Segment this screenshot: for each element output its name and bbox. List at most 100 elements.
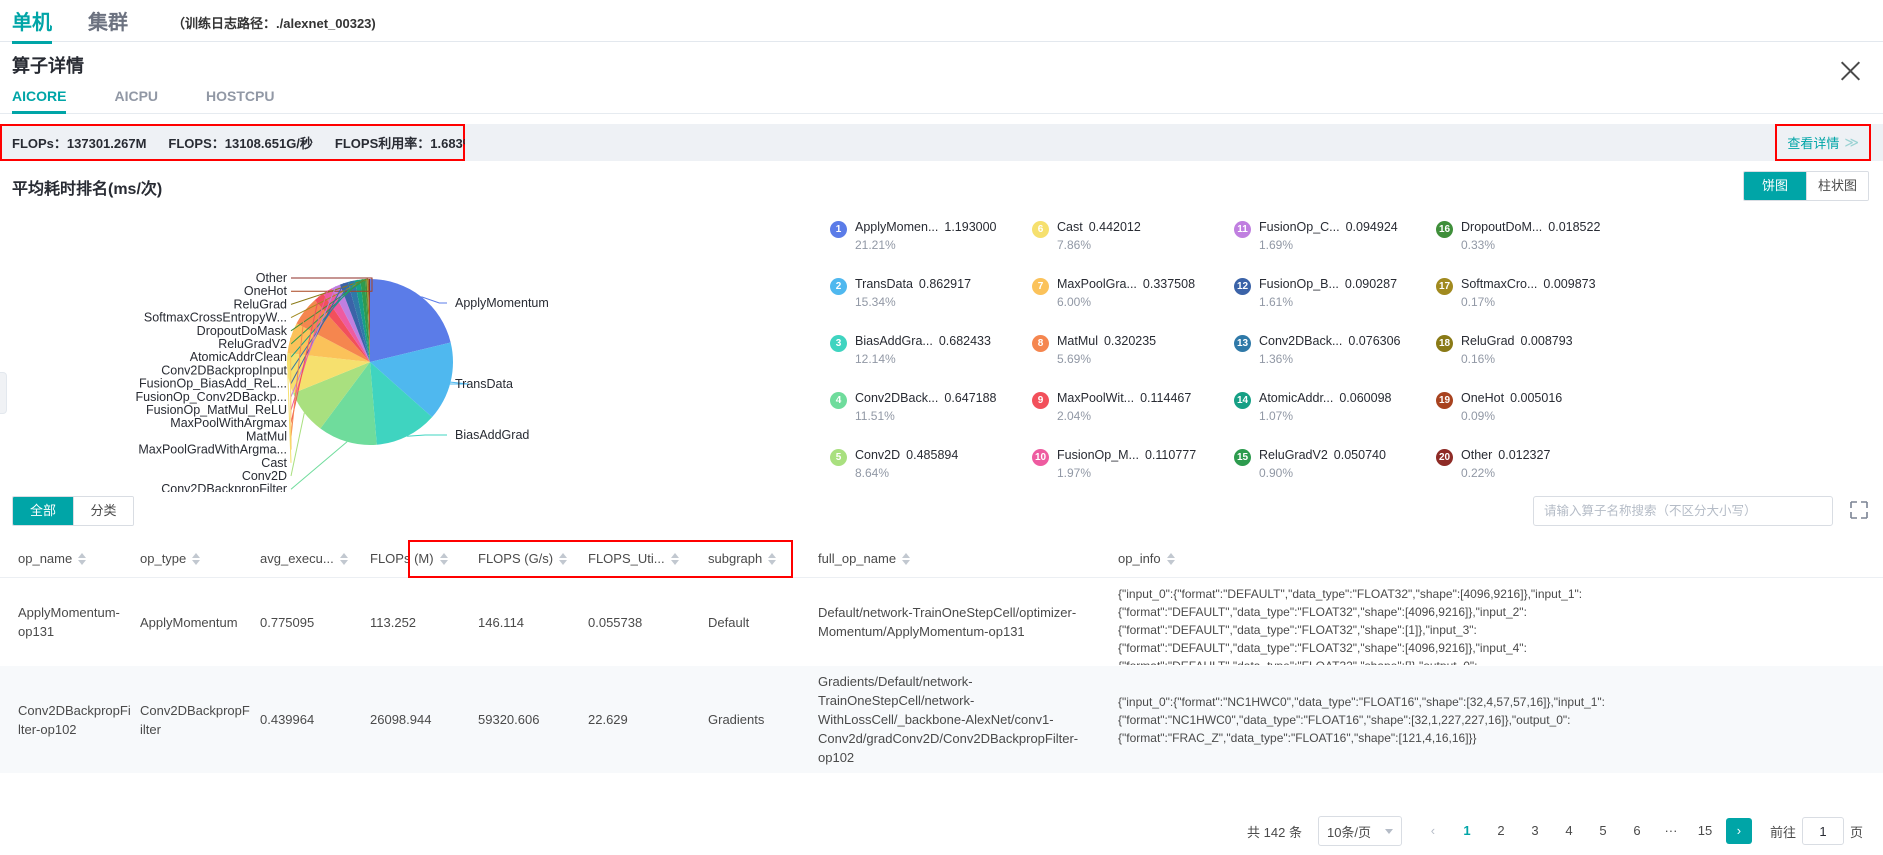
column-header-label: subgraph: [708, 551, 762, 566]
sort-icon[interactable]: [1167, 553, 1176, 565]
legend-label: FusionOp_M...0.110777: [1057, 448, 1196, 462]
pie-label: BiasAddGrad: [455, 428, 529, 442]
legend-item[interactable]: 18ReluGrad0.0087930.16%: [1436, 333, 1638, 390]
legend-value: 0.337508: [1143, 277, 1195, 291]
legend-item[interactable]: 12FusionOp_B...0.0902871.61%: [1234, 276, 1436, 333]
column-header-subgraph[interactable]: subgraph: [706, 551, 816, 566]
sort-icon[interactable]: [671, 553, 680, 565]
sort-icon[interactable]: [902, 553, 911, 565]
legend-value: 0.050740: [1334, 448, 1386, 462]
legend-percent: 1.07%: [1259, 408, 1391, 424]
pie-chart[interactable]: ApplyMomentumTransDataBiasAddGradOtherOn…: [0, 207, 830, 492]
toggle-bar-chart[interactable]: 柱状图: [1806, 172, 1868, 200]
sort-icon[interactable]: [78, 553, 87, 565]
page-number-button[interactable]: 15: [1692, 818, 1718, 844]
legend-item[interactable]: 7MaxPoolGra...0.3375086.00%: [1032, 276, 1234, 333]
segment-category[interactable]: 分类: [73, 497, 133, 525]
sort-icon[interactable]: [192, 553, 201, 565]
column-header-flops--m-[interactable]: FLOPs (M): [368, 551, 476, 566]
legend-item[interactable]: 13Conv2DBack...0.0763061.36%: [1234, 333, 1436, 390]
sort-icon[interactable]: [340, 553, 349, 565]
legend-item[interactable]: 17SoftmaxCro...0.0098730.17%: [1436, 276, 1638, 333]
chart-title: 平均耗时排名(ms/次): [0, 165, 1883, 199]
page-title: 算子详情: [12, 52, 1867, 78]
legend-percent: 8.64%: [855, 465, 958, 481]
legend-label: TransData0.862917: [855, 277, 971, 291]
legend-item[interactable]: 2TransData0.86291715.34%: [830, 276, 1032, 333]
pie-label: MaxPoolGradWithArgma...: [138, 443, 287, 457]
tab-aicore[interactable]: AICORE: [12, 88, 66, 113]
pie-label: FusionOp_BiasAdd_ReL...: [139, 377, 287, 391]
toggle-pie-chart[interactable]: 饼图: [1744, 172, 1806, 200]
goto-page-input[interactable]: [1802, 817, 1844, 845]
pie-label: MaxPoolWithArgmax: [170, 416, 287, 430]
legend-index-badge: 19: [1436, 392, 1453, 409]
sort-icon[interactable]: [440, 553, 449, 565]
legend-index-badge: 2: [830, 278, 847, 295]
pie-label: Conv2DBackpropInput: [161, 363, 287, 377]
pie-label: ReluGrad: [234, 297, 288, 311]
cell-full-op-name: Gradients/Default/network-TrainOneStepCe…: [816, 666, 1116, 773]
column-header-op-name[interactable]: op_name: [0, 551, 138, 566]
legend-item[interactable]: 4Conv2DBack...0.64718811.51%: [830, 390, 1032, 447]
legend-index-badge: 15: [1234, 449, 1251, 466]
legend-item[interactable]: 16DropoutDoM...0.0185220.33%: [1436, 219, 1638, 276]
cell-op-info: {"input_0":{"format":"NC1HWC0","data_typ…: [1116, 687, 1756, 753]
segment-all[interactable]: 全部: [13, 497, 73, 525]
page-number-button[interactable]: 3: [1522, 818, 1548, 844]
search-input[interactable]: [1534, 497, 1832, 525]
legend-index-badge: 12: [1234, 278, 1251, 295]
legend-label: FusionOp_C...0.094924: [1259, 220, 1398, 234]
tab-single-machine[interactable]: 单机: [12, 6, 52, 44]
search-box[interactable]: [1533, 496, 1833, 526]
legend-item[interactable]: 6Cast0.4420127.86%: [1032, 219, 1234, 276]
legend-item[interactable]: 14AtomicAddr...0.0600981.07%: [1234, 390, 1436, 447]
column-header-label: op_type: [140, 551, 186, 566]
page-number-button[interactable]: 6: [1624, 818, 1650, 844]
page-number-button[interactable]: 2: [1488, 818, 1514, 844]
legend-index-badge: 5: [830, 449, 847, 466]
legend-percent: 1.97%: [1057, 465, 1196, 481]
chevron-down-icon: [1385, 829, 1393, 834]
legend-index-badge: 17: [1436, 278, 1453, 295]
tab-aicpu[interactable]: AICPU: [114, 88, 158, 113]
cell-op-info: {"input_0":{"format":"DEFAULT","data_typ…: [1116, 579, 1756, 665]
legend-item[interactable]: 1ApplyMomen...1.19300021.21%: [830, 219, 1032, 276]
column-header-avg-execu---[interactable]: avg_execu...: [258, 551, 368, 566]
column-header-full-op-name[interactable]: full_op_name: [816, 551, 1116, 566]
legend-value: 0.012327: [1498, 448, 1550, 462]
column-header-flops--g-s-[interactable]: FLOPS (G/s): [476, 551, 586, 566]
close-icon[interactable]: [1835, 56, 1865, 86]
legend-item[interactable]: 11FusionOp_C...0.0949241.69%: [1234, 219, 1436, 276]
table-row[interactable]: Conv2DBackpropFilter-op102Conv2DBackprop…: [0, 666, 1883, 773]
goto-page: 前往 页: [1770, 817, 1863, 845]
page-number-button[interactable]: 4: [1556, 818, 1582, 844]
tab-cluster[interactable]: 集群: [88, 6, 128, 44]
legend-item[interactable]: 19OneHot0.0050160.09%: [1436, 390, 1638, 447]
page-number-button[interactable]: 5: [1590, 818, 1616, 844]
goto-prefix-label: 前往: [1770, 822, 1796, 841]
page-number-button[interactable]: 1: [1454, 818, 1480, 844]
table-row[interactable]: ApplyMomentum-op131ApplyMomentum0.775095…: [0, 578, 1883, 666]
view-detail-button[interactable]: 查看详情 ≫: [1775, 124, 1871, 161]
chart-type-toggle: 饼图 柱状图: [1743, 171, 1869, 201]
column-header-op-type[interactable]: op_type: [138, 551, 258, 566]
sort-icon[interactable]: [559, 553, 568, 565]
legend-label: FusionOp_B...0.090287: [1259, 277, 1397, 291]
legend-index-badge: 13: [1234, 335, 1251, 352]
prev-page-button[interactable]: ‹: [1420, 818, 1446, 844]
sort-icon[interactable]: [768, 553, 777, 565]
column-header-op-info[interactable]: op_info: [1116, 551, 1756, 566]
column-header-flops-uti---[interactable]: FLOPS_Uti...: [586, 551, 706, 566]
page-size-select[interactable]: 10条/页: [1318, 816, 1402, 846]
legend-item[interactable]: 8MatMul0.3202355.69%: [1032, 333, 1234, 390]
sidebar-collapse-handle[interactable]: [0, 372, 7, 414]
legend-percent: 6.00%: [1057, 294, 1195, 310]
tab-hostcpu[interactable]: HOSTCPU: [206, 88, 274, 113]
expand-icon[interactable]: [1849, 500, 1869, 520]
pie-label: AtomicAddrClean: [190, 350, 287, 364]
legend-item[interactable]: 9MaxPoolWit...0.1144672.04%: [1032, 390, 1234, 447]
legend-item[interactable]: 3BiasAddGra...0.68243312.14%: [830, 333, 1032, 390]
next-page-button[interactable]: ›: [1726, 818, 1752, 844]
legend-value: 0.485894: [906, 448, 958, 462]
